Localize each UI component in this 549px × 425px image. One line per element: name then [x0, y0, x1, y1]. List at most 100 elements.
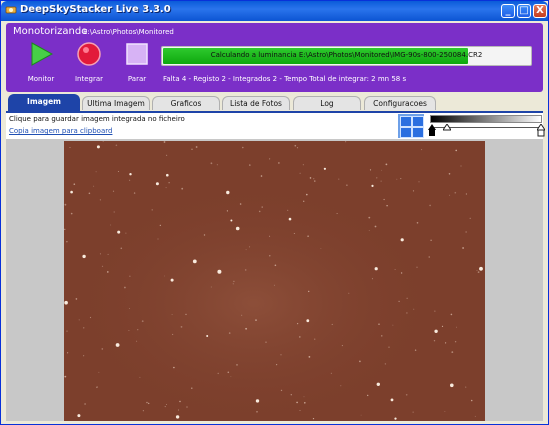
maximize-button[interactable]: □ — [517, 4, 531, 18]
save-image-link[interactable]: Clique para guardar imagem integrada no … — [9, 115, 185, 123]
tab-log[interactable]: Log — [293, 96, 361, 110]
star — [232, 283, 234, 285]
star — [314, 180, 316, 182]
integrate-button[interactable]: Integrar — [67, 42, 111, 83]
star — [288, 217, 292, 221]
star — [306, 319, 310, 323]
star — [255, 319, 257, 321]
star — [166, 173, 169, 177]
stacking-stats: Falta 4 - Registo 2 - Integrados 2 - Tem… — [163, 75, 407, 83]
star — [64, 300, 68, 305]
star — [171, 314, 173, 315]
star — [166, 404, 167, 405]
stop-button[interactable]: Parar — [115, 42, 159, 83]
star — [230, 376, 232, 377]
star — [242, 146, 244, 149]
star — [235, 226, 240, 231]
star — [421, 149, 423, 151]
star — [398, 300, 400, 303]
star — [236, 364, 238, 366]
star — [460, 165, 462, 167]
star — [117, 171, 119, 172]
stop-button-label: Parar — [127, 75, 147, 83]
star — [66, 330, 68, 332]
tab-imagem-integrada[interactable]: Imagem Integrada — [8, 94, 80, 119]
status-panel: Monotorizando E:\Astro\Photos\Monitored … — [6, 23, 543, 92]
star — [313, 178, 315, 180]
star — [261, 206, 263, 208]
star — [293, 233, 295, 234]
star — [477, 271, 480, 273]
tab-lista-de-fotos[interactable]: Lista de Fotos — [222, 96, 290, 110]
tab-ultima-imagem[interactable]: Ultima Imagem — [82, 96, 150, 110]
star — [88, 192, 91, 195]
star — [433, 340, 436, 342]
tab-graficos[interactable]: Graficos — [152, 96, 220, 110]
star — [99, 199, 101, 201]
star — [450, 313, 453, 316]
star — [216, 164, 218, 166]
four-corners-icon[interactable] — [398, 114, 424, 138]
star — [228, 332, 231, 334]
star — [98, 371, 100, 373]
star — [260, 175, 263, 177]
star — [70, 212, 73, 215]
star — [294, 144, 297, 147]
star — [245, 249, 247, 251]
star — [405, 394, 408, 396]
star — [125, 232, 127, 234]
star — [274, 264, 277, 267]
star — [396, 178, 398, 180]
record-icon — [77, 42, 101, 66]
star — [312, 418, 315, 420]
star — [416, 222, 419, 224]
star — [338, 178, 340, 180]
tab-configuracoes[interactable]: Configuracoes — [364, 96, 436, 110]
star — [191, 387, 193, 389]
image-viewer[interactable] — [6, 139, 543, 421]
tab-bar: Imagem Integrada Ultima Imagem Graficos … — [6, 94, 543, 119]
star — [157, 238, 159, 240]
star — [210, 162, 213, 165]
midtone-slider-icon[interactable] — [443, 124, 451, 131]
star — [269, 255, 271, 257]
close-button[interactable]: X — [533, 4, 547, 18]
star — [70, 190, 73, 194]
star — [280, 389, 283, 392]
star — [249, 246, 251, 248]
star — [148, 402, 150, 405]
star — [392, 324, 394, 326]
star — [164, 275, 165, 277]
black-point-slider-icon[interactable] — [428, 124, 436, 138]
star — [290, 394, 292, 396]
star — [66, 241, 68, 243]
star — [429, 204, 431, 207]
star — [141, 320, 144, 323]
copy-clipboard-link[interactable]: Copia imagem para clipboard — [9, 127, 112, 135]
star — [73, 183, 76, 185]
star — [136, 340, 138, 342]
star — [400, 238, 404, 242]
monitor-button[interactable]: Monitor — [19, 42, 63, 83]
star — [465, 231, 467, 233]
star — [180, 326, 183, 328]
star — [418, 181, 420, 183]
star — [388, 346, 390, 348]
stacked-image[interactable] — [64, 141, 485, 421]
star — [265, 341, 267, 343]
star — [217, 269, 222, 274]
star — [129, 173, 132, 176]
star — [129, 179, 131, 181]
star — [269, 235, 271, 237]
star — [172, 333, 174, 335]
star — [227, 371, 230, 374]
star — [137, 329, 139, 331]
star — [470, 399, 473, 402]
star — [110, 224, 112, 226]
star — [465, 193, 467, 195]
star — [287, 209, 289, 211]
white-point-slider-icon[interactable] — [537, 124, 545, 138]
title-bar[interactable]: DeepSkyStacker Live 3.3.0 _ □ X — [1, 1, 548, 21]
histogram-adjuster[interactable] — [427, 114, 545, 138]
minimize-button[interactable]: _ — [501, 4, 515, 18]
